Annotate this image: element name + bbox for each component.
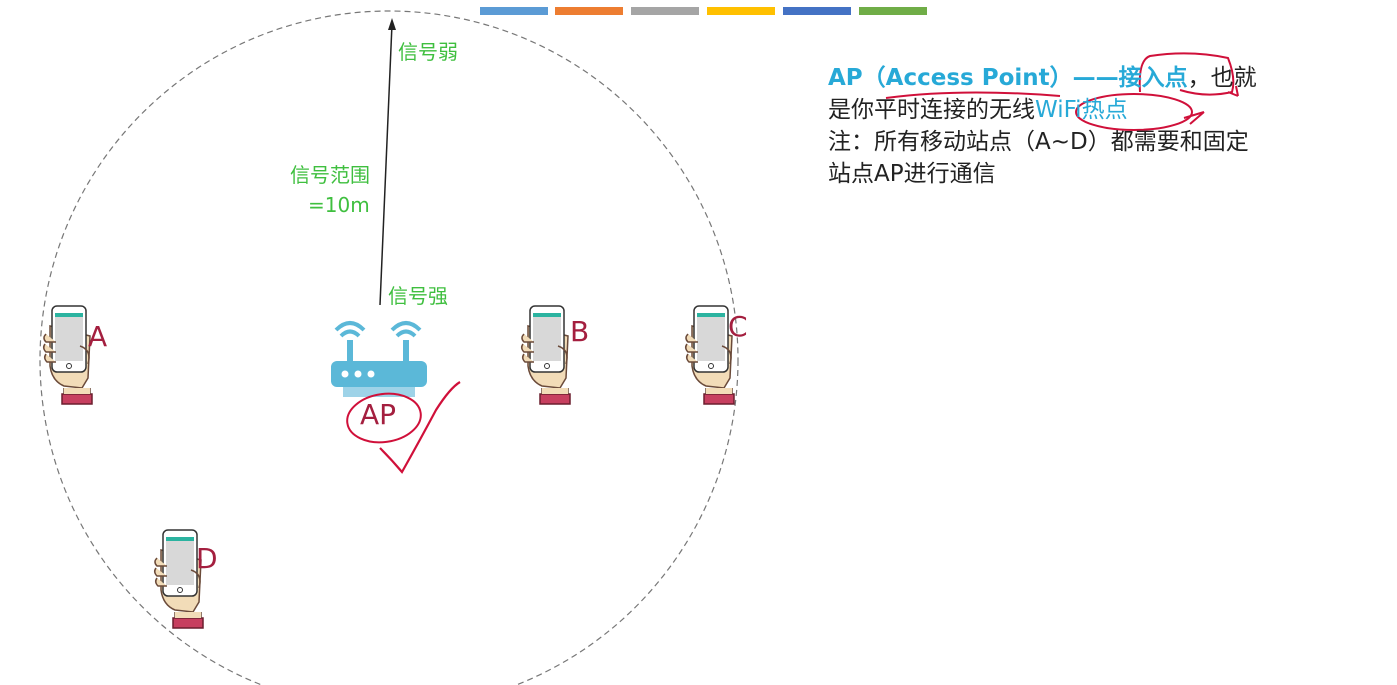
range-arrow-head (388, 18, 396, 30)
coverage-range-circle (39, 10, 739, 685)
device-label-a: A (88, 320, 108, 353)
jierudian-term: 接入点 (1118, 65, 1188, 91)
router-icon (331, 321, 427, 397)
signal-strong-label: 信号强 (388, 284, 448, 308)
signal-range-label-line1: 信号范围 (290, 163, 370, 187)
ap-term: AP（ (828, 65, 886, 91)
access-point-term: Access Point (885, 65, 1050, 91)
line1-rest: ，也就 (1187, 65, 1257, 91)
device-label-b: B (570, 315, 590, 348)
signal-weak-label: 信号弱 (398, 40, 458, 64)
line2-prefix: 是你平时连接的无线 (828, 97, 1035, 123)
explanation-line-4: 站点AP进行通信 (828, 161, 996, 187)
explanation-line-3: 注：所有移动站点（A~D）都需要和固定 (828, 129, 1249, 155)
phone-icon-a (42, 305, 93, 405)
device-label-d: D (196, 542, 218, 575)
ap-explanation: AP（Access Point）——接入点，也就 是你平时连接的无线WiFi热点… (828, 62, 1348, 190)
wifi-term: WiFi热点 (1035, 97, 1128, 123)
phone-icon-b (520, 305, 571, 405)
signal-range-label-line2: =10m (308, 193, 370, 217)
explanation-line-1: AP（Access Point）——接入点，也就 (828, 62, 1348, 94)
ap-label: AP (360, 398, 397, 431)
range-arrow-line (379, 23, 393, 306)
explanation-line-2: 是你平时连接的无线WiFi热点 (828, 94, 1348, 126)
paren-dash: ）—— (1049, 65, 1119, 91)
device-label-c: C (728, 310, 748, 343)
phone-icon-c (684, 305, 735, 405)
